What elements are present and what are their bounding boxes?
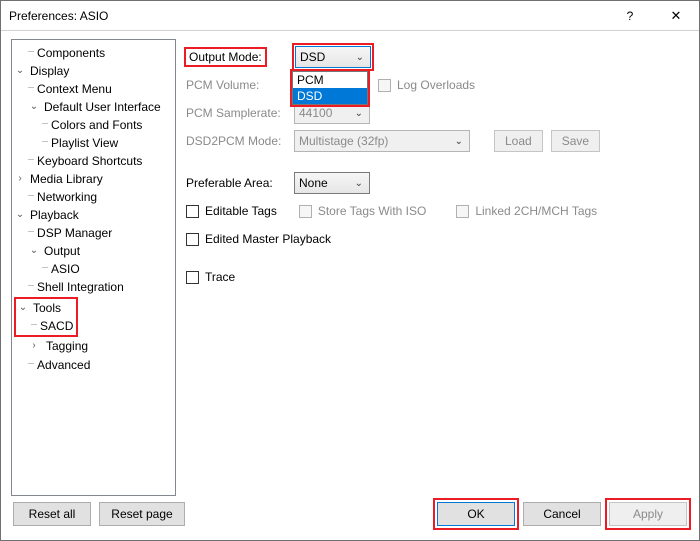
apply-button: Apply [609, 502, 687, 526]
label-pref-area: Preferable Area: [186, 176, 286, 190]
window-title: Preferences: ASIO [9, 9, 607, 23]
linked-tags-checkbox: Linked 2CH/MCH Tags [456, 200, 597, 222]
tree-item-sacd[interactable]: SACD [38, 319, 75, 333]
tree-item-playlist-view[interactable]: Playlist View [49, 136, 120, 150]
chevron-down-icon: ⌄ [352, 52, 368, 63]
tree-item-advanced[interactable]: Advanced [35, 358, 92, 372]
log-overloads-checkbox: Log Overloads [378, 74, 475, 96]
title-bar: Preferences: ASIO ? ✕ [1, 1, 699, 31]
close-button[interactable]: ✕ [653, 1, 699, 31]
label-output-mode: Output Mode: [186, 49, 265, 65]
label-pcm-volume: PCM Volume: [186, 78, 286, 92]
tree-item-kb-shortcuts[interactable]: Keyboard Shortcuts [35, 154, 144, 168]
label-dsd2pcm: DSD2PCM Mode: [186, 134, 286, 148]
store-tags-iso-checkbox: Store Tags With ISO [299, 200, 427, 222]
tree-item-display[interactable]: Display [28, 64, 71, 78]
tree-item-context-menu[interactable]: Context Menu [35, 82, 114, 96]
chevron-down-icon: ⌄ [451, 136, 467, 147]
tree-item-components[interactable]: Components [35, 46, 107, 60]
dropdown-option-pcm[interactable]: PCM [293, 72, 367, 88]
tree-item-shell-integration[interactable]: Shell Integration [35, 280, 126, 294]
output-mode-dropdown[interactable]: PCM DSD [292, 71, 368, 105]
label-pcm-samplerate: PCM Samplerate: [186, 106, 286, 120]
reset-page-button[interactable]: Reset page [99, 502, 185, 526]
tree-item-output[interactable]: Output [42, 244, 82, 258]
tree-item-tagging[interactable]: Tagging [44, 339, 90, 353]
chevron-down-icon: ⌄ [351, 108, 367, 119]
preferences-tree[interactable]: ▸┄Components ⌄Display ┄Context Menu ⌄Def… [11, 39, 176, 496]
pref-area-combo[interactable]: None⌄ [294, 172, 370, 194]
dropdown-option-dsd[interactable]: DSD [293, 88, 367, 104]
editable-tags-checkbox[interactable]: Editable Tags [186, 200, 277, 222]
reset-all-button[interactable]: Reset all [13, 502, 91, 526]
dialog-footer: Reset all Reset page OK Cancel Apply [11, 496, 689, 536]
trace-checkbox[interactable]: Trace [186, 266, 235, 288]
tree-item-tools[interactable]: Tools [31, 301, 63, 315]
load-button: Load [494, 130, 543, 152]
ok-button[interactable]: OK [437, 502, 515, 526]
tree-item-media-library[interactable]: Media Library [28, 172, 105, 186]
tree-item-networking[interactable]: Networking [35, 190, 99, 204]
tree-item-dsp-manager[interactable]: DSP Manager [35, 226, 114, 240]
tree-item-dui[interactable]: Default User Interface [42, 100, 163, 114]
output-mode-combo[interactable]: DSD⌄ [295, 46, 371, 68]
cancel-button[interactable]: Cancel [523, 502, 601, 526]
tree-item-asio[interactable]: ASIO [49, 262, 82, 276]
save-button: Save [551, 130, 600, 152]
pcm-samplerate-combo: 44100⌄ [294, 102, 370, 124]
chevron-down-icon: ⌄ [351, 178, 367, 189]
dsd2pcm-combo: Multistage (32fp)⌄ [294, 130, 470, 152]
edited-master-checkbox[interactable]: Edited Master Playback [186, 228, 331, 250]
tree-item-playback[interactable]: Playback [28, 208, 81, 222]
settings-panel: Output Mode: DSD⌄ PCM DSD PCM Volume: ⌄ [186, 39, 689, 496]
tree-item-colors-fonts[interactable]: Colors and Fonts [49, 118, 144, 132]
help-button[interactable]: ? [607, 1, 653, 31]
